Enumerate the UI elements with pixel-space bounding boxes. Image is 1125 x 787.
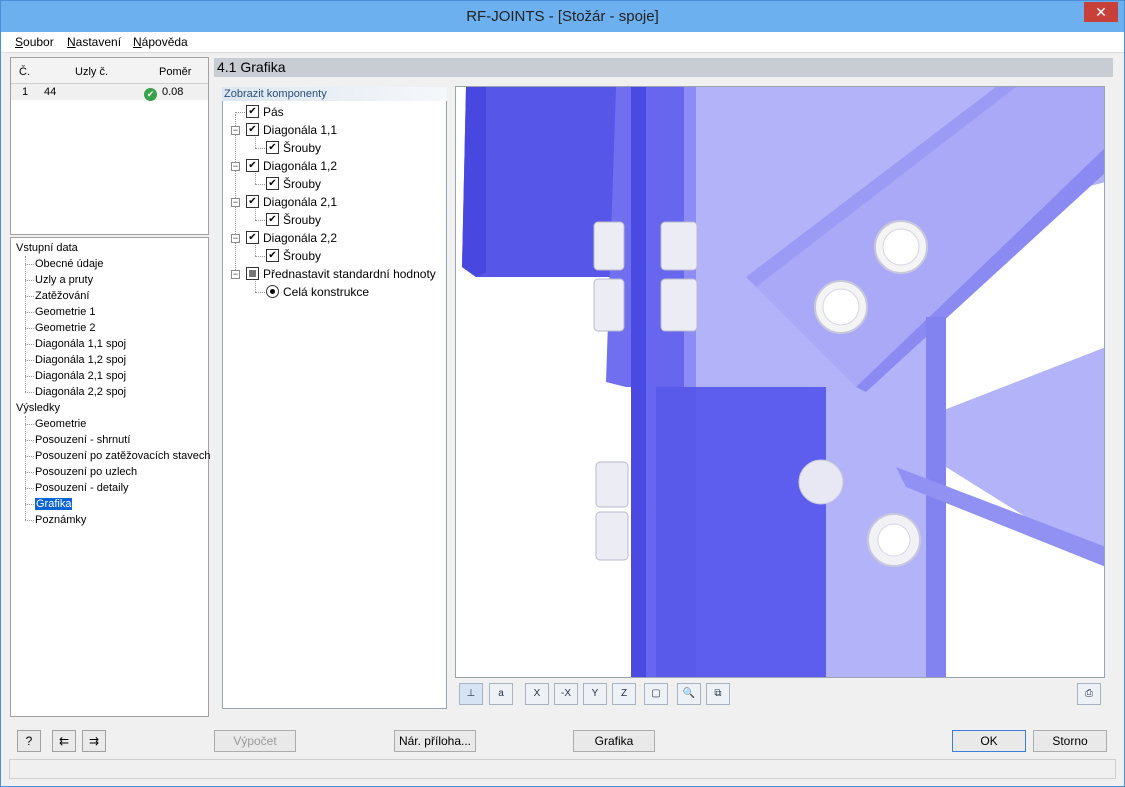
component-diag22[interactable]: Diagonála 2,2 xyxy=(246,230,337,246)
nav-item-geometrie2[interactable]: Geometrie 2 xyxy=(35,322,96,334)
nav-item-diag21[interactable]: Diagonála 2,1 spoj xyxy=(35,370,126,382)
checkbox-icon[interactable] xyxy=(246,105,259,118)
nav-item-diag12[interactable]: Diagonála 1,2 spoj xyxy=(35,354,126,366)
nav-item-diag22[interactable]: Diagonála 2,2 spoj xyxy=(35,386,126,398)
collapse-icon[interactable]: − xyxy=(231,270,240,279)
components-header: Zobrazit komponenty xyxy=(222,87,447,101)
checkbox-icon[interactable] xyxy=(246,123,259,136)
nav-group-input[interactable]: Vstupní data xyxy=(16,242,78,254)
col-nodes[interactable]: Uzly č. xyxy=(75,66,108,78)
view-minus-x-icon[interactable]: -X xyxy=(554,683,578,705)
col-no[interactable]: Č. xyxy=(19,66,30,78)
ok-button[interactable]: OK xyxy=(952,730,1026,752)
checkbox-icon[interactable] xyxy=(246,231,259,244)
joint-table-header: Č. Uzly č. Poměr xyxy=(11,58,208,84)
col-ratio[interactable]: Poměr xyxy=(159,66,191,78)
graphics-viewport[interactable] xyxy=(455,86,1105,678)
collapse-icon[interactable]: − xyxy=(231,162,240,171)
component-diag12-bolts[interactable]: Šrouby xyxy=(266,176,321,192)
cancel-button[interactable]: Storno xyxy=(1033,730,1107,752)
nav-item-shrnuti[interactable]: Posouzení - shrnutí xyxy=(35,434,130,446)
table-row[interactable]: 1 44 ✔ 0.08 xyxy=(11,84,208,101)
view-x-icon[interactable]: X xyxy=(525,683,549,705)
calculate-button[interactable]: Výpočet xyxy=(214,730,296,752)
row-ratio: 0.08 xyxy=(162,86,184,98)
graphics-toolbar: ⊥ a X -X Y Z ▢ 🔍 ⧉ ⎙ xyxy=(455,679,1105,709)
view-y-icon[interactable]: Y xyxy=(583,683,607,705)
menu-soubor[interactable]: Soubor xyxy=(15,35,54,49)
collapse-icon[interactable]: − xyxy=(231,198,240,207)
collapse-icon[interactable]: − xyxy=(231,126,240,135)
export-icon[interactable]: ⇉ xyxy=(82,730,106,752)
component-pas[interactable]: Pás xyxy=(246,104,284,120)
nav-group-results[interactable]: Výsledky xyxy=(16,402,60,414)
nav-item-zatezovani[interactable]: Zatěžování xyxy=(35,290,89,302)
copy-view-icon[interactable]: ⧉ xyxy=(706,683,730,705)
radio-icon[interactable] xyxy=(266,285,279,298)
collapse-icon[interactable]: − xyxy=(231,234,240,243)
component-diag11[interactable]: Diagonála 1,1 xyxy=(246,122,337,138)
window-title: RF-JOINTS - [Stožár - spoje] xyxy=(466,8,659,25)
checkbox-icon[interactable] xyxy=(246,267,259,280)
nav-item-diag11[interactable]: Diagonála 1,1 spoj xyxy=(35,338,126,350)
component-whole[interactable]: Celá konstrukce xyxy=(266,284,369,300)
navigator-tree: Vstupní data Obecné údaje Uzly a pruty Z… xyxy=(10,237,211,717)
nav-item-poznamky[interactable]: Poznámky xyxy=(35,514,86,526)
nav-item-po-uzlech[interactable]: Posouzení po uzlech xyxy=(35,466,137,478)
national-annex-button[interactable]: Nár. příloha... xyxy=(394,730,476,752)
checkbox-icon[interactable] xyxy=(266,213,279,226)
print-icon[interactable]: ⎙ xyxy=(1077,683,1101,705)
app-window: RF-JOINTS - [Stožár - spoje] ✕ Soubor Na… xyxy=(0,0,1125,787)
nav-item-uzly[interactable]: Uzly a pruty xyxy=(35,274,93,286)
checkbox-icon[interactable] xyxy=(266,177,279,190)
import-icon[interactable]: ⇇ xyxy=(52,730,76,752)
graphics-button[interactable]: Grafika xyxy=(573,730,655,752)
title-bar: RF-JOINTS - [Stožár - spoje] ✕ xyxy=(1,1,1124,32)
menu-bar: Soubor Nastavení Nápověda xyxy=(1,32,1124,53)
menu-napoveda[interactable]: Nápověda xyxy=(133,35,188,49)
checkbox-icon[interactable] xyxy=(246,159,259,172)
nav-item-obecne[interactable]: Obecné údaje xyxy=(35,258,104,270)
close-icon[interactable]: ✕ xyxy=(1084,2,1118,22)
view-members-icon[interactable]: ⊥ xyxy=(459,683,483,705)
help-icon[interactable]: ? xyxy=(17,730,41,752)
row-no: 1 xyxy=(22,86,29,98)
view-z-icon[interactable]: Z xyxy=(612,683,636,705)
component-diag12[interactable]: Diagonála 1,2 xyxy=(246,158,337,174)
row-nodes: 44 xyxy=(44,86,57,98)
component-preset[interactable]: Přednastavit standardní hodnoty xyxy=(246,266,436,282)
section-title: 4.1 Grafika xyxy=(214,58,1113,77)
joint-3d-render xyxy=(456,87,1104,677)
zoom-icon[interactable]: 🔍 xyxy=(677,683,701,705)
checkbox-icon[interactable] xyxy=(266,249,279,262)
view-iso-icon[interactable]: ▢ xyxy=(644,683,668,705)
component-diag22-bolts[interactable]: Šrouby xyxy=(266,248,321,264)
view-labels-icon[interactable]: a xyxy=(489,683,513,705)
nav-item-res-geometrie[interactable]: Geometrie xyxy=(35,418,86,430)
nav-item-detaily[interactable]: Posouzení - detaily xyxy=(35,482,129,494)
checkbox-icon[interactable] xyxy=(246,195,259,208)
checkbox-icon[interactable] xyxy=(266,141,279,154)
nav-item-grafika[interactable]: Grafika xyxy=(35,498,73,510)
joint-table: Č. Uzly č. Poměr 1 44 ✔ 0.08 xyxy=(10,57,209,235)
nav-item-po-zs[interactable]: Posouzení po zatěžovacích stavech xyxy=(35,450,211,462)
menu-nastaveni[interactable]: Nastavení xyxy=(67,35,121,49)
nav-item-geometrie1[interactable]: Geometrie 1 xyxy=(35,306,96,318)
component-diag21[interactable]: Diagonála 2,1 xyxy=(246,194,337,210)
component-diag11-bolts[interactable]: Šrouby xyxy=(266,140,321,156)
component-diag21-bolts[interactable]: Šrouby xyxy=(266,212,321,228)
status-bar xyxy=(9,759,1116,779)
